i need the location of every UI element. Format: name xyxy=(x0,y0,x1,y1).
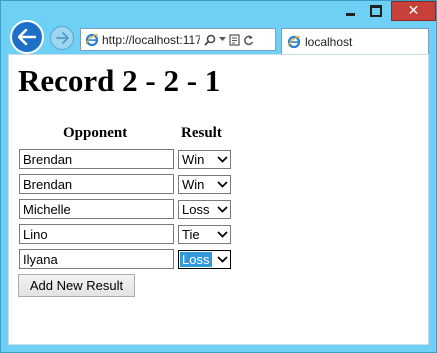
add-new-result-button[interactable]: Add New Result xyxy=(18,274,135,297)
browser-window: ✕ http://localhost:117 localhost Record … xyxy=(0,0,437,353)
tab-title: localhost xyxy=(305,34,353,49)
chevron-down-icon xyxy=(214,152,230,167)
chevron-down-icon xyxy=(214,252,230,267)
ie-logo-icon xyxy=(287,35,301,48)
close-icon: ✕ xyxy=(407,3,420,19)
opponent-input[interactable]: Michelle xyxy=(19,199,174,219)
result-select[interactable]: Win xyxy=(178,175,231,194)
close-button[interactable]: ✕ xyxy=(391,1,436,21)
result-select[interactable]: Tie xyxy=(178,225,231,244)
page-content: Record 2 - 2 - 1 Opponent Result Brendan… xyxy=(8,54,429,345)
result-select-value: Win xyxy=(182,152,205,167)
address-url[interactable]: http://localhost:117 xyxy=(102,33,200,47)
result-column-header: Result xyxy=(181,125,222,141)
result-select-value: Loss xyxy=(180,252,212,267)
minimize-icon xyxy=(345,12,355,16)
maximize-icon xyxy=(370,5,382,17)
search-icon[interactable] xyxy=(204,34,216,46)
compatibility-icon[interactable] xyxy=(229,33,240,46)
refresh-icon[interactable] xyxy=(243,34,254,46)
maximize-button[interactable] xyxy=(363,1,389,21)
result-select[interactable]: Loss xyxy=(178,250,231,269)
chevron-down-icon xyxy=(214,177,230,192)
opponent-input[interactable]: Brendan xyxy=(19,174,174,194)
back-button[interactable] xyxy=(10,20,44,54)
opponent-input[interactable]: Ilyana xyxy=(19,249,174,269)
chevron-down-icon xyxy=(214,202,230,217)
opponent-input[interactable]: Brendan xyxy=(19,149,174,169)
forward-button[interactable] xyxy=(50,26,74,50)
chevron-down-icon xyxy=(214,227,230,242)
result-select-value: Win xyxy=(182,177,205,192)
dropdown-icon[interactable] xyxy=(219,37,226,42)
page-title: Record 2 - 2 - 1 xyxy=(18,63,221,98)
result-select[interactable]: Loss xyxy=(178,200,231,219)
address-bar[interactable]: http://localhost:117 xyxy=(80,28,276,51)
opponent-input[interactable]: Lino xyxy=(19,224,174,244)
minimize-button[interactable] xyxy=(337,1,363,21)
result-select[interactable]: Win xyxy=(178,150,231,169)
back-arrow-icon xyxy=(18,29,36,45)
tab-localhost[interactable]: localhost xyxy=(281,28,429,54)
result-select-value: Tie xyxy=(182,227,200,242)
opponent-column-header: Opponent xyxy=(63,125,128,141)
ie-logo-icon xyxy=(85,33,99,46)
forward-arrow-icon xyxy=(55,32,69,44)
result-select-value: Loss xyxy=(182,202,210,217)
